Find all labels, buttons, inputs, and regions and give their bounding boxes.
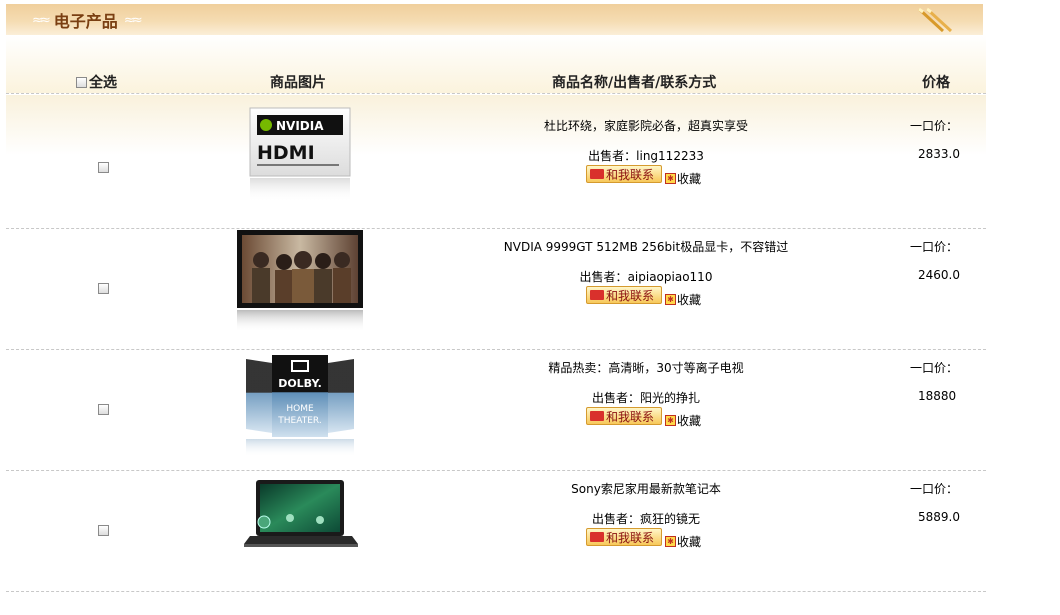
contact-me-label: 和我联系 xyxy=(606,288,655,303)
product-checkbox[interactable] xyxy=(98,525,109,536)
divider xyxy=(6,591,986,592)
price-label: 一口价： xyxy=(910,119,959,133)
price-label: 一口价： xyxy=(910,482,959,496)
pencils-icon xyxy=(917,7,953,33)
favorite-label: 收藏 xyxy=(677,172,702,186)
price-label: 一口价： xyxy=(910,361,959,375)
seller-name[interactable]: 疯狂的镜无 xyxy=(640,512,700,526)
product-seller: 出售者：疯狂的镜无 xyxy=(386,510,906,527)
favorite-star-icon: ✱ xyxy=(665,173,676,184)
contact-me-label: 和我联系 xyxy=(606,167,655,182)
contact-me-button[interactable]: 和我联系 xyxy=(586,286,662,304)
contact-me-icon xyxy=(590,411,604,421)
seller-name[interactable]: ling112233 xyxy=(636,149,704,163)
column-name: 商品名称/出售者/联系方式 xyxy=(552,75,717,91)
select-all-checkbox[interactable] xyxy=(76,76,87,88)
product-name[interactable]: NVDIA 9999GT 512MB 256bit极品显卡，不容错过 xyxy=(386,238,906,255)
seller-label: 出售者： xyxy=(591,512,640,526)
contact-me-icon xyxy=(590,290,604,300)
seller-label: 出售者： xyxy=(579,270,628,284)
svg-text:THEATER.: THEATER. xyxy=(277,416,321,426)
svg-text:DOLBY.: DOLBY. xyxy=(278,377,322,390)
product-name[interactable]: 杜比环绕，家庭影院必备，超真实享受 xyxy=(386,117,906,134)
product-name[interactable]: Sony索尼家用最新款笔记本 xyxy=(386,480,906,497)
favorite-label: 收藏 xyxy=(677,293,702,307)
favorite-button[interactable]: ✱ 收藏 xyxy=(665,291,701,308)
select-all-label: 全选 xyxy=(89,75,117,91)
column-header-band xyxy=(6,35,986,93)
favorite-label: 收藏 xyxy=(677,414,702,428)
contact-me-button[interactable]: 和我联系 xyxy=(586,528,662,546)
column-price: 价格 xyxy=(922,75,950,91)
select-all[interactable]: 全选 xyxy=(76,72,117,92)
product-row: NVIDIA HDMI 杜比环绕，家庭影院必备，超真实享受 出售者：ling11… xyxy=(6,95,986,215)
section-title-wrap: ≈≈ 电子产品 ≈≈ xyxy=(32,9,143,31)
svg-text:HDMI: HDMI xyxy=(257,142,315,164)
price-value: 2833.0 xyxy=(918,147,960,161)
contact-me-icon xyxy=(590,169,604,179)
seller-label: 出售者： xyxy=(588,149,637,163)
product-image-laptop[interactable] xyxy=(240,480,362,552)
favorite-label: 收藏 xyxy=(677,535,702,549)
contact-me-label: 和我联系 xyxy=(606,530,655,545)
product-image-nvidia-hdmi[interactable]: NVIDIA HDMI xyxy=(249,107,351,205)
product-row: NVDIA 9999GT 512MB 256bit极品显卡，不容错过 出售者：a… xyxy=(6,216,986,336)
seller-name[interactable]: 阳光的挣扎 xyxy=(640,391,700,405)
favorite-star-icon: ✱ xyxy=(665,294,676,305)
product-image-movie-screen[interactable] xyxy=(237,230,365,334)
price-value: 2460.0 xyxy=(918,268,960,282)
section-header: ≈≈ 电子产品 ≈≈ xyxy=(6,4,983,35)
contact-me-button[interactable]: 和我联系 xyxy=(586,165,662,183)
product-seller: 出售者：阳光的挣扎 xyxy=(386,389,906,406)
section-title: 电子产品 xyxy=(53,12,118,31)
price-value: 18880 xyxy=(918,389,957,403)
favorite-button[interactable]: ✱ 收藏 xyxy=(665,170,701,187)
product-name[interactable]: 精品热卖：高清晰，30寸等离子电视 xyxy=(386,359,906,376)
product-actions: 和我联系 ✱ 收藏 xyxy=(586,407,701,428)
product-checkbox[interactable] xyxy=(98,404,109,415)
favorite-star-icon: ✱ xyxy=(665,536,676,547)
contact-me-button[interactable]: 和我联系 xyxy=(586,407,662,425)
product-actions: 和我联系 ✱ 收藏 xyxy=(586,286,701,307)
seller-name[interactable]: aipiaopiao110 xyxy=(628,270,713,284)
favorite-button[interactable]: ✱ 收藏 xyxy=(665,533,701,550)
favorite-button[interactable]: ✱ 收藏 xyxy=(665,412,701,429)
contact-me-icon xyxy=(590,532,604,542)
product-row: Sony索尼家用最新款笔记本 出售者：疯狂的镜无 和我联系 ✱ 收藏 一口价： … xyxy=(6,458,986,578)
product-image-dolby[interactable]: DOLBY. HOME THEATER. xyxy=(246,355,354,459)
product-checkbox[interactable] xyxy=(98,283,109,294)
price-value: 5889.0 xyxy=(918,510,960,524)
favorite-star-icon: ✱ xyxy=(665,415,676,426)
contact-me-label: 和我联系 xyxy=(606,409,655,424)
swirl-right-icon: ≈≈ xyxy=(123,12,143,28)
product-actions: 和我联系 ✱ 收藏 xyxy=(586,528,701,549)
product-checkbox[interactable] xyxy=(98,162,109,173)
divider xyxy=(6,93,986,94)
column-image: 商品图片 xyxy=(270,75,326,91)
swirl-left-icon: ≈≈ xyxy=(32,12,51,28)
product-actions: 和我联系 ✱ 收藏 xyxy=(586,165,701,186)
product-seller: 出售者：ling112233 xyxy=(386,147,906,164)
product-seller: 出售者：aipiaopiao110 xyxy=(386,268,906,285)
product-row: DOLBY. HOME THEATER. 精品热卖：高清晰，30寸等离子电视 出… xyxy=(6,337,986,457)
price-label: 一口价： xyxy=(910,240,959,254)
svg-text:HOME: HOME xyxy=(286,404,314,414)
seller-label: 出售者： xyxy=(591,391,640,405)
svg-text:NVIDIA: NVIDIA xyxy=(276,119,324,133)
